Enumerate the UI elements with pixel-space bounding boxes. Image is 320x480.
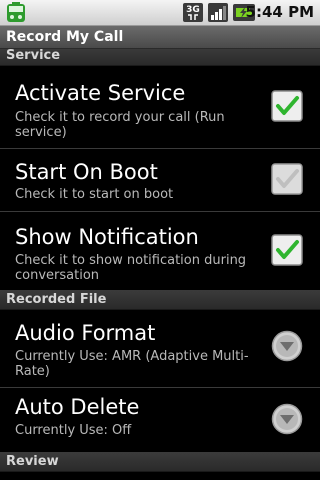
pref-start-on-boot-title: Start On Boot [15, 160, 158, 184]
pref-audio-format-summary: Currently Use: AMR (Adaptive Multi-Rate) [15, 349, 249, 379]
pref-auto-delete-summary: Currently Use: Off [15, 423, 132, 438]
category-service: Service [0, 48, 320, 66]
pref-start-on-boot[interactable]: Start On Boot Check it to start on boot [0, 149, 320, 212]
activate-service-checkbox[interactable] [271, 90, 303, 122]
category-review: Review [0, 453, 320, 472]
app-title: Record My Call [6, 29, 124, 45]
pref-show-notification-summary: Check it to show notification during con… [15, 253, 247, 283]
clock: 5:44 PM [246, 3, 314, 22]
status-bar: 3G 5:44 PM [0, 0, 320, 26]
signal-strength-icon [208, 3, 228, 22]
pref-activate-service[interactable]: Activate Service Check it to record your… [0, 66, 320, 149]
title-bar: Record My Call [0, 26, 320, 49]
app-notification-icon [7, 2, 25, 22]
auto-delete-dropdown-icon[interactable] [271, 403, 303, 435]
start-on-boot-checkbox[interactable] [271, 163, 303, 195]
category-review-label: Review [6, 454, 59, 469]
pref-activate-service-summary: Check it to record your call (Run servic… [15, 110, 225, 140]
network-label: 3G [186, 5, 200, 15]
3g-data-icon: 3G [183, 3, 203, 22]
pref-start-on-boot-summary: Check it to start on boot [15, 187, 174, 202]
pref-audio-format[interactable]: Audio Format Currently Use: AMR (Adaptiv… [0, 310, 320, 388]
clock-time: 5:44 [245, 3, 283, 21]
preference-list[interactable]: Service Activate Service Check it to rec… [0, 48, 320, 472]
pref-show-notification-title: Show Notification [15, 225, 199, 249]
category-recorded-file-label: Recorded File [6, 292, 107, 307]
pref-auto-delete[interactable]: Auto Delete Currently Use: Off [0, 388, 320, 453]
pref-show-notification[interactable]: Show Notification Check it to show notif… [0, 212, 320, 291]
audio-format-dropdown-icon[interactable] [271, 330, 303, 362]
category-recorded-file: Recorded File [0, 291, 320, 310]
show-notification-checkbox[interactable] [271, 234, 303, 266]
pref-activate-service-title: Activate Service [15, 81, 186, 105]
category-service-label: Service [6, 48, 61, 63]
pref-audio-format-title: Audio Format [15, 321, 156, 345]
pref-auto-delete-title: Auto Delete [15, 395, 140, 419]
clock-suffix: PM [288, 3, 314, 21]
